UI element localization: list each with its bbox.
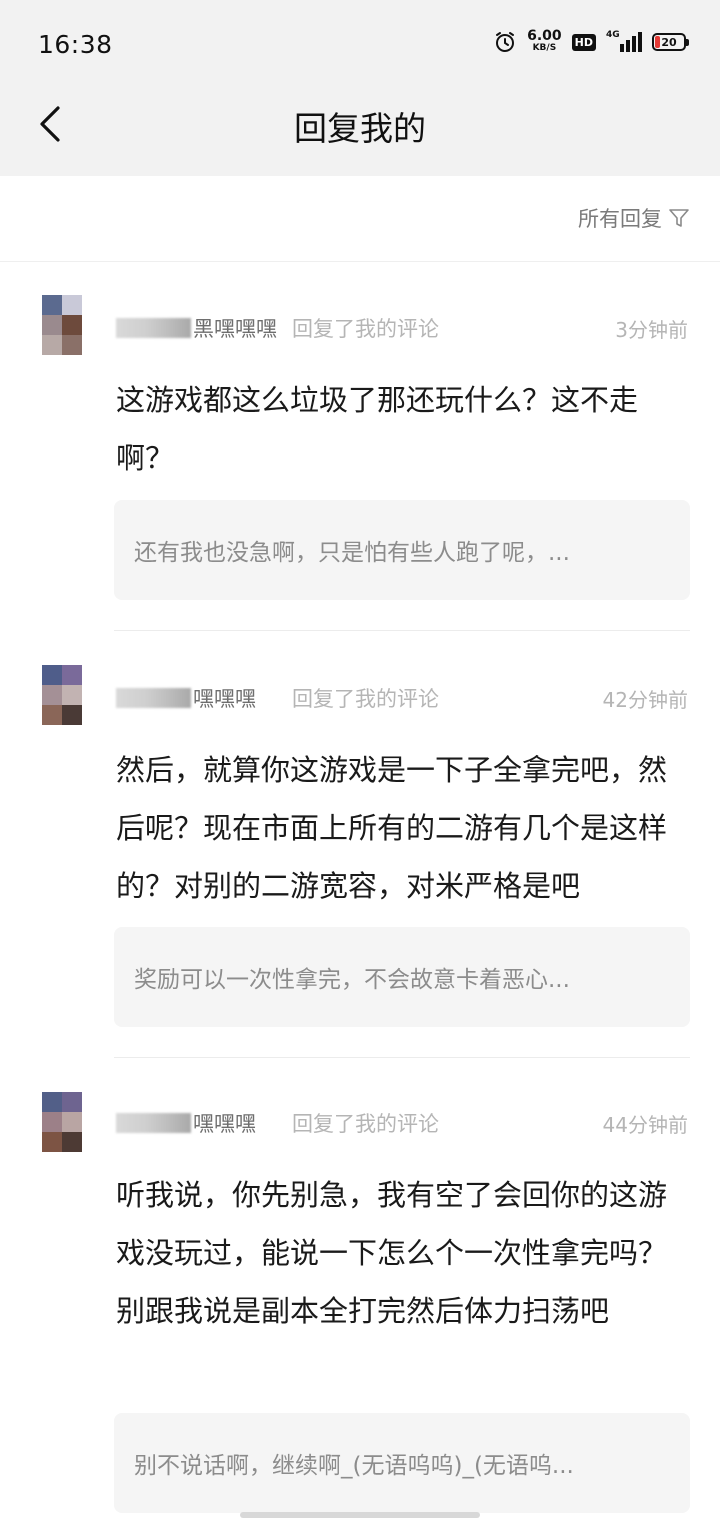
quoted-comment[interactable]: 还有我也没急啊，只是怕有些人跑了呢，... [114, 500, 690, 600]
quoted-comment[interactable]: 别不说话啊，继续啊_(无语呜呜)_(无语呜... [114, 1413, 690, 1513]
network-speed-unit: KB/S [532, 43, 557, 53]
status-time: 16:38 [38, 30, 113, 59]
hd-icon: HD [571, 33, 596, 51]
username-text: 嘿嘿嘿 [193, 687, 256, 711]
network-speed: 6.00 KB/S [527, 28, 562, 54]
timestamp: 3分钟前 [615, 318, 688, 342]
quoted-text: 奖励可以一次性拿完，不会故意卡着恶心... [134, 967, 570, 993]
timestamp: 42分钟前 [602, 688, 688, 712]
comment-text[interactable]: 然后，就算你这游戏是一下子全拿完吧，然后呢？现在市面上所有的二游有几个是这样的？… [116, 741, 692, 915]
nav-bar: 回复我的 [0, 90, 720, 176]
battery-icon: 20 [652, 33, 689, 51]
avatar[interactable] [42, 295, 82, 355]
network-speed-value: 6.00 [527, 28, 562, 44]
filter-button[interactable]: 所有回复 [578, 203, 690, 233]
avatar[interactable] [42, 1092, 82, 1152]
signal-icon: 4G [606, 30, 642, 52]
action-text: 回复了我的评论 [292, 687, 439, 711]
filter-label: 所有回复 [578, 207, 662, 231]
comment-text[interactable]: 这游戏都这么垃圾了那还玩什么？这不走啊？ [116, 371, 692, 487]
battery-level: 20 [661, 35, 677, 49]
blurred-name [116, 318, 191, 338]
action-text: 回复了我的评论 [292, 1112, 439, 1136]
divider [114, 1057, 690, 1058]
blurred-name [116, 688, 191, 708]
alarm-icon [496, 32, 515, 52]
status-icons: 6.00 KB/S HD 4G 20 [493, 28, 689, 54]
timestamp: 44分钟前 [602, 1113, 688, 1137]
home-indicator[interactable] [240, 1512, 480, 1518]
username[interactable]: 黑嘿嘿嘿 [116, 313, 277, 343]
username[interactable]: 嘿嘿嘿 [116, 1108, 256, 1138]
status-bar: 16:38 6.00 KB/S HD 4G 20 [0, 0, 720, 90]
quoted-text: 还有我也没急啊，只是怕有些人跑了呢，... [134, 540, 570, 566]
comment-item[interactable]: 黑嘿嘿嘿 回复了我的评论 3分钟前 这游戏都这么垃圾了那还玩什么？这不走啊？ 还… [0, 263, 720, 633]
filter-bar: 所有回复 [0, 176, 720, 262]
top-area: 16:38 6.00 KB/S HD 4G 20 回复我的 [0, 0, 720, 176]
funnel-icon [669, 209, 689, 227]
username-text: 黑嘿嘿嘿 [193, 317, 277, 341]
page-title: 回复我的 [294, 109, 426, 148]
divider [114, 630, 690, 631]
comment-item[interactable]: 嘿嘿嘿 回复了我的评论 44分钟前 听我说，你先别急，我有空了会回你的这游戏没玩… [0, 1060, 720, 1515]
comment-item[interactable]: 嘿嘿嘿 回复了我的评论 42分钟前 然后，就算你这游戏是一下子全拿完吧，然后呢？… [0, 633, 720, 1058]
quoted-comment[interactable]: 奖励可以一次性拿完，不会故意卡着恶心... [114, 927, 690, 1027]
quoted-text: 别不说话啊，继续啊_(无语呜呜)_(无语呜... [134, 1453, 574, 1479]
signal-label: 4G [606, 30, 620, 40]
username[interactable]: 嘿嘿嘿 [116, 683, 256, 713]
avatar[interactable] [42, 665, 82, 725]
blurred-name [116, 1113, 191, 1133]
action-text: 回复了我的评论 [292, 317, 439, 341]
comment-text[interactable]: 听我说，你先别急，我有空了会回你的这游戏没玩过，能说一下怎么个一次性拿完吗？别跟… [116, 1166, 692, 1340]
username-text: 嘿嘿嘿 [193, 1112, 256, 1136]
